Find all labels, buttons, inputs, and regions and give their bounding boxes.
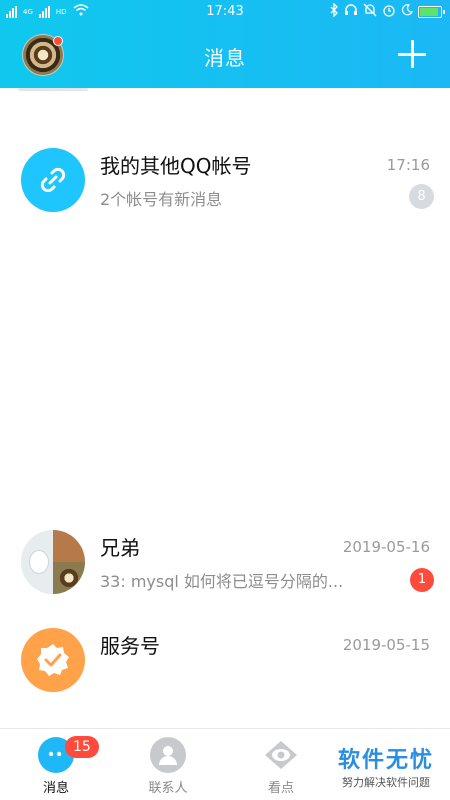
conversation-time: 2019-05-15 (342, 636, 430, 654)
tab-label-contacts: 联系人 (148, 781, 188, 796)
watermark-subtitle: 努力解决软件问题 (341, 776, 430, 789)
group-avatar (21, 530, 85, 594)
messages-unread-badge: 15 (65, 736, 99, 758)
tab-watch[interactable]: 看点 (236, 737, 326, 796)
conversation-row-service[interactable]: 服务号 2019-05-15 (0, 612, 450, 708)
conversation-time: 17:16 (386, 156, 430, 174)
conversation-name: 兄弟 (100, 536, 140, 560)
conversation-preview: 33: mysql 如何将已逗号分隔的... (100, 572, 344, 591)
alarm-icon (382, 3, 396, 21)
conversation-name: 服务号 (100, 634, 160, 658)
top-header: 消息 (0, 24, 450, 88)
group-avatar-part-2 (53, 530, 85, 562)
page-title: 消息 (204, 46, 246, 70)
battery-icon (418, 6, 445, 18)
link-icon (21, 148, 85, 212)
moon-icon (401, 4, 414, 20)
search-bar-edge (18, 88, 88, 91)
verified-badge-icon (21, 628, 85, 692)
group-avatar-face (29, 550, 49, 574)
conversation-row-brothers[interactable]: 兄弟 2019-05-16 33: mysql 如何将已逗号分隔的... (0, 514, 450, 610)
tab-label-messages: 消息 (42, 781, 69, 796)
bluetooth-icon (329, 2, 339, 21)
watermark-logo: 软件无忧 努力解决软件问题 (338, 742, 434, 790)
tab-label-watch: 看点 (267, 781, 294, 796)
status-right-icons (329, 2, 445, 21)
status-bar: 4G HD 17:43 (0, 0, 450, 24)
watermark-title: 软件无忧 (337, 748, 434, 773)
group-avatar-part-3 (53, 562, 85, 594)
tab-contacts[interactable]: 联系人 (123, 737, 213, 796)
contact-person-icon (150, 737, 186, 773)
eye-icon (263, 737, 299, 773)
unread-badge-red: 1 (410, 568, 434, 592)
unread-badge: 8 (409, 184, 434, 209)
add-plus-button[interactable] (398, 40, 426, 68)
search-bar-remnant (0, 88, 450, 94)
headset-icon (344, 3, 358, 21)
conversation-name: 我的其他QQ帐号 (100, 154, 252, 178)
conversation-time: 2019-05-16 (342, 538, 430, 556)
mute-bell-icon (363, 3, 377, 21)
conversation-preview: 2个帐号有新消息 (100, 190, 223, 209)
conversation-row-other-accounts[interactable]: 我的其他QQ帐号 17:16 2个帐号有新消息 8 (0, 132, 450, 228)
